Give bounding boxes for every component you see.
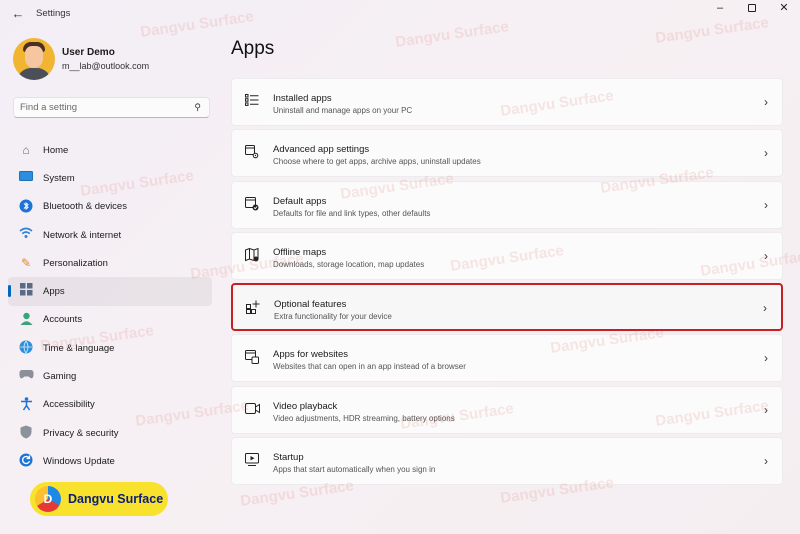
back-arrow-icon[interactable]: ← xyxy=(10,6,26,22)
chevron-right-icon: › xyxy=(764,454,768,469)
sidebar-item-network[interactable]: Network & internet xyxy=(8,221,212,249)
person-icon xyxy=(18,312,34,328)
card-description: Choose where to get apps, archive apps, … xyxy=(273,157,481,167)
card-description: Video adjustments, HDR streaming, batter… xyxy=(273,413,455,423)
card-offline-maps[interactable]: Offline maps Downloads, storage location… xyxy=(231,231,783,280)
sidebar-item-label: Accounts xyxy=(43,314,83,326)
globe-clock-icon xyxy=(18,340,34,356)
card-title: Offline maps xyxy=(273,246,327,258)
user-name: User Demo xyxy=(62,47,115,58)
card-installed-apps[interactable]: Installed apps Uninstall and manage apps… xyxy=(231,78,783,126)
card-title: Startup xyxy=(273,452,304,464)
user-email: m__lab@outlook.com xyxy=(62,61,150,71)
close-icon[interactable]: ✕ xyxy=(768,0,800,22)
card-optional-features[interactable]: Optional features Extra functionality fo… xyxy=(231,283,783,332)
card-title: Optional features xyxy=(274,299,347,311)
system-icon xyxy=(18,170,34,186)
accessibility-icon xyxy=(18,396,34,413)
brand-logo-icon: D xyxy=(35,486,61,512)
card-startup[interactable]: Startup Apps that start automatically wh… xyxy=(231,437,783,486)
sidebar-item-accounts[interactable]: Accounts xyxy=(8,306,212,334)
wifi-icon xyxy=(18,227,34,243)
video-icon xyxy=(244,402,260,418)
sidebar-item-home[interactable]: ⌂ Home xyxy=(8,136,212,164)
sidebar-item-apps[interactable]: Apps xyxy=(8,277,212,306)
chevron-right-icon: › xyxy=(764,351,768,366)
card-description: Apps that start automatically when you s… xyxy=(273,465,436,475)
card-title: Video playback xyxy=(273,400,338,412)
card-apps-for-websites[interactable]: Apps for websites Websites that can open… xyxy=(231,334,783,383)
chevron-right-icon: › xyxy=(764,95,768,109)
search-box[interactable]: ⚲ xyxy=(13,97,210,118)
sidebar-item-privacy[interactable]: Privacy & security xyxy=(8,419,212,447)
title-bar: ← Settings – ✕ xyxy=(0,0,800,28)
window-title: Settings xyxy=(36,8,71,19)
chevron-right-icon: › xyxy=(764,146,768,161)
card-title: Default apps xyxy=(273,195,327,207)
sidebar-item-label: Apps xyxy=(43,286,65,298)
sidebar-item-label: Time & language xyxy=(43,342,115,354)
card-description: Extra functionality for your device xyxy=(274,312,392,322)
default-apps-icon xyxy=(244,196,260,213)
sidebar-item-bluetooth[interactable]: Bluetooth & devices xyxy=(8,193,212,221)
card-description: Downloads, storage location, map updates xyxy=(273,259,425,269)
web-apps-icon xyxy=(244,350,260,366)
chevron-right-icon: › xyxy=(764,197,768,212)
chevron-right-icon: › xyxy=(764,402,768,417)
sidebar-item-label: Accessibility xyxy=(43,399,95,411)
app-settings-icon xyxy=(244,145,260,161)
brush-icon: ✎ xyxy=(20,256,32,271)
bluetooth-icon xyxy=(18,199,34,215)
sidebar-item-label: Network & internet xyxy=(43,229,122,241)
gamepad-icon xyxy=(18,368,34,384)
sidebar-item-label: Bluetooth & devices xyxy=(43,201,127,213)
home-icon: ⌂ xyxy=(22,143,30,157)
card-video-playback[interactable]: Video playback Video adjustments, HDR st… xyxy=(231,385,783,434)
sidebar-item-gaming[interactable]: Gaming xyxy=(8,362,212,390)
card-title: Apps for websites xyxy=(273,349,348,361)
card-title: Advanced app settings xyxy=(273,144,370,156)
card-description: Uninstall and manage apps on your PC xyxy=(273,106,413,115)
sidebar-item-personalization[interactable]: ✎ Personalization xyxy=(8,249,212,277)
page-title: Apps xyxy=(231,38,275,59)
chevron-right-icon: › xyxy=(764,248,768,263)
card-title: Installed apps xyxy=(273,93,332,104)
avatar[interactable] xyxy=(13,38,55,80)
sidebar-item-accessibility[interactable]: Accessibility xyxy=(8,391,212,419)
add-grid-icon xyxy=(245,300,261,316)
maximize-icon[interactable] xyxy=(736,0,768,22)
card-advanced-app-settings[interactable]: Advanced app settings Choose where to ge… xyxy=(231,129,783,178)
sidebar-item-windows-update[interactable]: Windows Update xyxy=(8,447,212,475)
watermark-logo: D Dangvu Surface xyxy=(30,482,168,516)
settings-card-list: Installed apps Uninstall and manage apps… xyxy=(231,78,783,488)
search-input[interactable] xyxy=(20,102,185,113)
sidebar-item-label: Personalization xyxy=(43,257,108,269)
sidebar-item-system[interactable]: System xyxy=(8,164,212,192)
card-description: Websites that can open in an app instead… xyxy=(273,362,466,372)
sidebar-nav: ⌂ Home System Bluetooth & devices Networ… xyxy=(8,136,212,476)
sidebar-item-label: Privacy & security xyxy=(43,427,119,439)
card-default-apps[interactable]: Default apps Defaults for file and link … xyxy=(231,180,783,229)
sidebar-item-label: Gaming xyxy=(43,371,77,383)
startup-icon xyxy=(244,453,260,469)
shield-icon xyxy=(18,425,34,441)
apps-icon xyxy=(18,283,34,299)
list-icon xyxy=(244,94,260,110)
sidebar-item-time-language[interactable]: Time & language xyxy=(8,334,212,362)
map-icon xyxy=(244,247,260,264)
sidebar-item-label: System xyxy=(43,172,75,184)
update-icon xyxy=(18,453,34,469)
brand-name: Dangvu Surface xyxy=(68,492,164,506)
sidebar-item-label: Home xyxy=(43,144,69,156)
search-icon[interactable]: ⚲ xyxy=(194,102,201,113)
minimize-icon[interactable]: – xyxy=(704,0,736,22)
card-description: Defaults for file and link types, other … xyxy=(273,208,431,218)
sidebar-item-label: Windows Update xyxy=(43,455,115,467)
chevron-right-icon: › xyxy=(763,301,767,316)
